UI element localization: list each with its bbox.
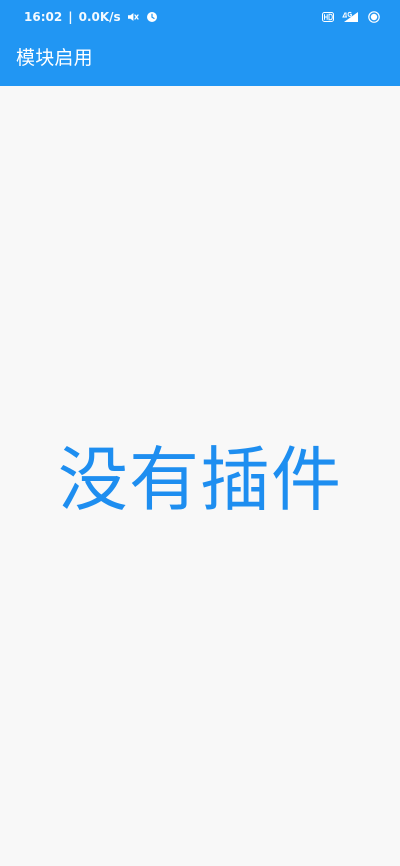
network-speed: 0.0K/s (78, 10, 121, 24)
status-time: 16:02 (24, 10, 63, 24)
battery-icon (368, 11, 380, 23)
status-separator: | (68, 10, 73, 24)
status-left: 16:02 | 0.0K/s (24, 9, 158, 25)
mute-icon (127, 11, 140, 23)
4g-signal-icon (342, 11, 360, 23)
page-title: 模块启用 (16, 47, 93, 69)
hd-icon (322, 12, 334, 22)
status-bar: 16:02 | 0.0K/s (0, 0, 400, 32)
empty-state-message: 没有插件 (58, 439, 342, 521)
status-right (322, 9, 380, 25)
alarm-clock-icon (146, 11, 158, 23)
app-header: 16:02 | 0.0K/s 模块启用 (0, 0, 400, 86)
app-screen: 16:02 | 0.0K/s 模块启用 没有插件 (0, 0, 400, 866)
